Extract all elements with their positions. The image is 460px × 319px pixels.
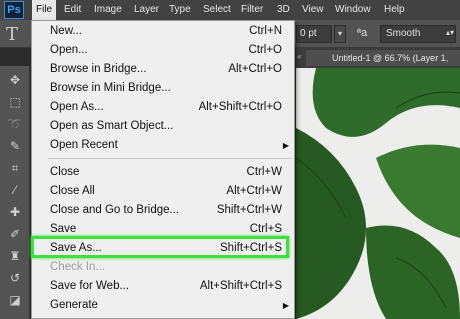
eyedropper-tool-icon[interactable]: ⁄ [7, 182, 23, 198]
menu-item-open-as-smart-object[interactable]: Open as Smart Object... [32, 117, 294, 137]
menu-item-save-for-web[interactable]: Save for Web... Alt+Shift+Ctrl+S [32, 277, 294, 297]
antialias-icon: ªa [357, 27, 368, 39]
menu-item-check-in: Check In... [50, 261, 105, 273]
menu-filter[interactable]: Filter [237, 0, 267, 20]
menu-item-new[interactable]: New... Ctrl+N [32, 22, 294, 42]
menu-window[interactable]: Window [331, 0, 375, 20]
document-tab[interactable]: Untitled-1 @ 66.7% (Layer 1, [306, 50, 460, 66]
menu-bar: Ps File Edit Image Layer Type Select Fil… [0, 0, 460, 20]
lasso-tool-icon[interactable]: ➰ [7, 116, 23, 132]
menu-item-browse-in-mini-bridge[interactable]: Browse in Mini Bridge... [32, 79, 294, 99]
menu-item-open-recent[interactable]: Open Recent ▶ [32, 136, 294, 156]
brush-tool-icon[interactable]: ✐ [7, 226, 23, 242]
marquee-tool-icon[interactable]: ⬚ [7, 94, 23, 110]
menu-item-close-and-go-to-bridge[interactable]: Close and Go to Bridge... Shift+Ctrl+W [32, 201, 294, 221]
crop-tool-icon[interactable]: ⌗ [7, 160, 23, 176]
document-canvas[interactable] [296, 68, 460, 319]
move-tool-icon[interactable]: ✥ [7, 72, 23, 88]
menu-item-open-as[interactable]: Open As... Alt+Shift+Ctrl+O [32, 98, 294, 118]
clone-stamp-tool-icon[interactable]: ♜ [7, 248, 23, 264]
menu-select[interactable]: Select [199, 0, 235, 20]
menu-file[interactable]: File [32, 0, 57, 20]
menu-layer[interactable]: Layer [130, 0, 163, 20]
menu-view[interactable]: View [298, 0, 328, 20]
menu-separator [48, 158, 292, 159]
menu-item-open[interactable]: Open... Ctrl+O [32, 41, 294, 61]
submenu-arrow-icon: ▶ [282, 301, 289, 310]
monstera-leaf-image [296, 68, 460, 319]
tools-panel: ✥ ⬚ ➰ ✎ ⌗ ⁄ ✚ ✐ ♜ ↺ ◪ [0, 66, 30, 319]
font-size-dropdown-icon[interactable]: ▾ [334, 25, 346, 43]
eraser-tool-icon[interactable]: ◪ [7, 292, 23, 308]
menu-item-generate[interactable]: Generate ▶ [32, 296, 294, 316]
menu-3d[interactable]: 3D [273, 0, 294, 20]
menu-item-close-all[interactable]: Close All Alt+Ctrl+W [32, 182, 294, 202]
menu-help[interactable]: Help [380, 0, 409, 20]
save-as-highlight [31, 236, 289, 258]
menu-item-browse-in-bridge[interactable]: Browse in Bridge... Alt+Ctrl+O [32, 60, 294, 80]
type-tool-icon[interactable]: T [6, 24, 18, 45]
font-size-field[interactable]: 0 pt [296, 25, 332, 43]
menu-edit[interactable]: Edit [60, 0, 85, 20]
menu-item-close[interactable]: Close Ctrl+W [32, 163, 294, 183]
file-menu: New... Ctrl+N Open... Ctrl+O Browse in B… [31, 20, 295, 319]
healing-brush-tool-icon[interactable]: ✚ [7, 204, 23, 220]
antialias-dropdown-icon[interactable]: ▴▾ [444, 25, 456, 43]
menu-type[interactable]: Type [165, 0, 195, 20]
quick-select-tool-icon[interactable]: ✎ [7, 138, 23, 154]
submenu-arrow-icon: ▶ [282, 141, 289, 150]
tab-scroll-icon[interactable]: « [297, 52, 301, 61]
photoshop-logo: Ps [4, 1, 24, 19]
menu-image[interactable]: Image [90, 0, 126, 20]
history-brush-tool-icon[interactable]: ↺ [7, 270, 23, 286]
